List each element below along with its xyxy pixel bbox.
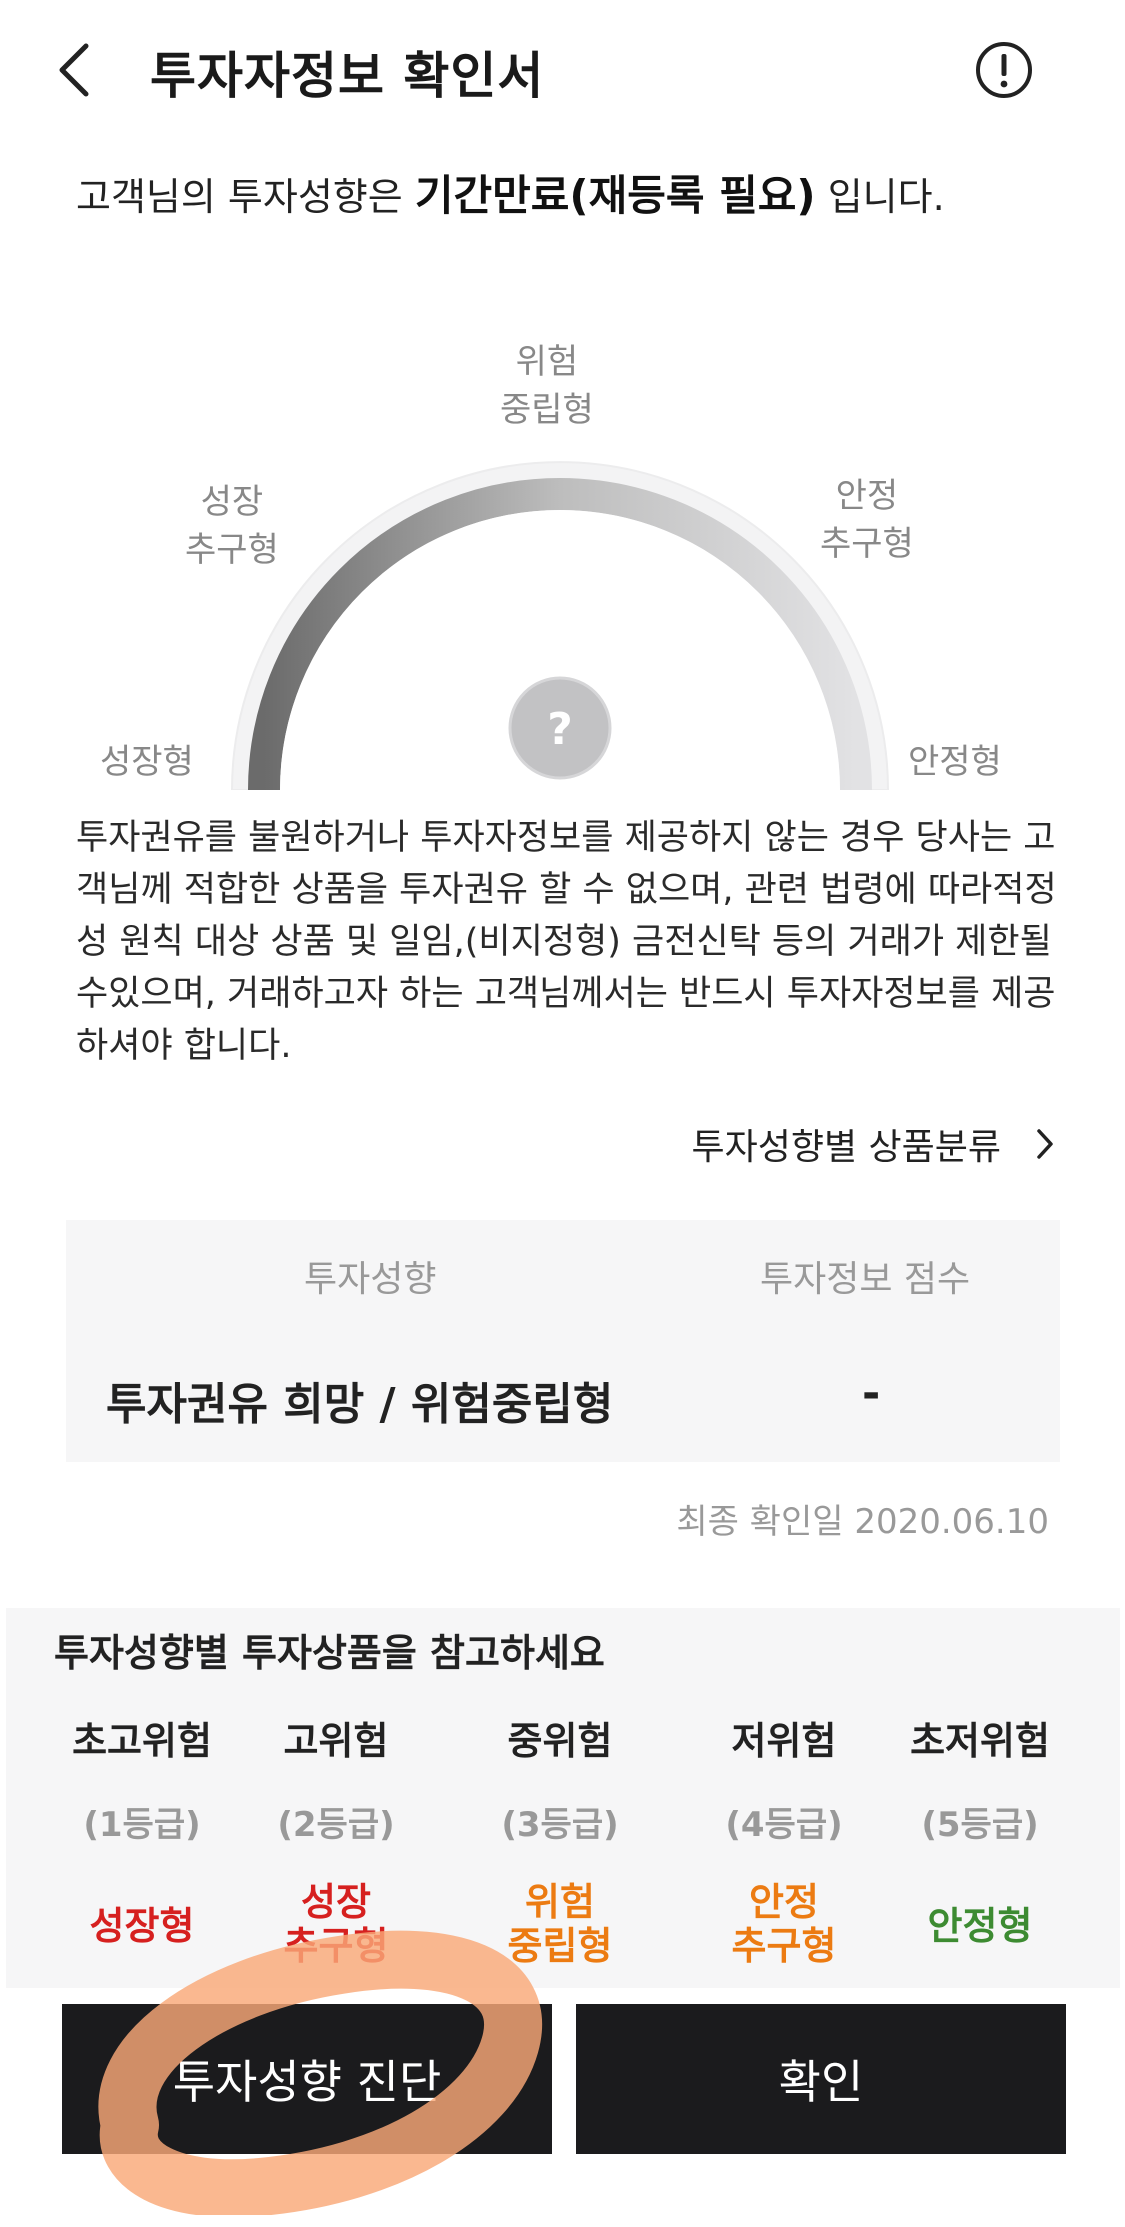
grade-type: 안정 추구형 [731, 1880, 837, 1968]
profile-score-value: - [862, 1368, 881, 1419]
product-classification-link[interactable]: 투자성향별 상품분류 [691, 1118, 1055, 1170]
grade-column-2: 고위험 (2등급) 성장 추구형 [236, 1710, 436, 1968]
product-classification-label: 투자성향별 상품분류 [691, 1127, 1001, 1168]
grade-type: 성장 추구형 [283, 1880, 389, 1968]
profile-prefix: 고객님의 투자성향은 [76, 175, 403, 219]
grade-name: 고위험 [283, 1719, 389, 1763]
grade-name: 초저위험 [910, 1719, 1050, 1763]
profile-type-value: 투자권유 희망 / 위험중립형 [106, 1379, 614, 1430]
grade-name: 초고위험 [72, 1719, 212, 1763]
gauge-label-risk-neutral: 위험 중립형 [500, 342, 594, 430]
grade-column-3: 중위험 (3등급) 위험 중립형 [460, 1710, 660, 1968]
grade-level: (1등급) [83, 1805, 201, 1845]
last-confirm-date: 최종 확인일 2020.06.10 [676, 1502, 1049, 1542]
grade-name: 중위험 [507, 1719, 613, 1763]
profile-suffix: 입니다. [827, 175, 945, 219]
grade-column-5: 초저위험 (5등급) 안정형 [880, 1710, 1080, 1948]
gauge-label-stable-pursuit: 안정 추구형 [820, 476, 914, 564]
grade-column-1: 초고위험 (1등급) 성장형 [42, 1710, 242, 1948]
grade-column-4: 저위험 (4등급) 안정 추구형 [684, 1710, 884, 1968]
grade-level: (2등급) [277, 1805, 395, 1845]
table-header-type: 투자성향 [304, 1259, 437, 1300]
grade-type: 성장형 [89, 1904, 195, 1948]
back-arrow-icon[interactable] [52, 40, 96, 100]
profile-status: 기간만료(재등록 필요) [414, 171, 816, 220]
confirm-button[interactable]: 확인 [576, 2004, 1066, 2154]
gauge-label-growth: 성장형 [100, 742, 194, 782]
page-title: 투자자정보 확인서 [150, 47, 545, 105]
grade-type: 안정형 [927, 1904, 1033, 1948]
gauge-label-growth-pursuit: 성장 추구형 [185, 482, 279, 570]
grade-level: (3등급) [501, 1805, 619, 1845]
grade-name: 저위험 [731, 1719, 837, 1763]
reference-title: 투자성향별 투자상품을 참고하세요 [54, 1631, 605, 1675]
grade-type: 위험 중립형 [507, 1880, 613, 1968]
grade-level: (5등급) [921, 1805, 1039, 1845]
grade-level: (4등급) [725, 1805, 843, 1845]
diagnose-profile-button[interactable]: 투자성향 진단 [62, 2004, 552, 2154]
gauge-label-stable: 안정형 [908, 742, 1002, 782]
profile-table: 투자성향 투자정보 점수 투자권유 희망 / 위험중립형 - [66, 1220, 1060, 1462]
gauge-center-mark: ? [547, 704, 573, 755]
info-icon[interactable] [974, 40, 1034, 100]
notice-text: 투자권유를 불원하거나 투자자정보를 제공하지 않는 경우 당사는 고객님께 적… [76, 818, 1057, 1066]
chevron-right-icon [1037, 1129, 1053, 1159]
table-header-score: 투자정보 점수 [760, 1259, 971, 1300]
investment-profile-summary: 고객님의 투자성향은 기간만료(재등록 필요) 입니다. [76, 162, 945, 223]
